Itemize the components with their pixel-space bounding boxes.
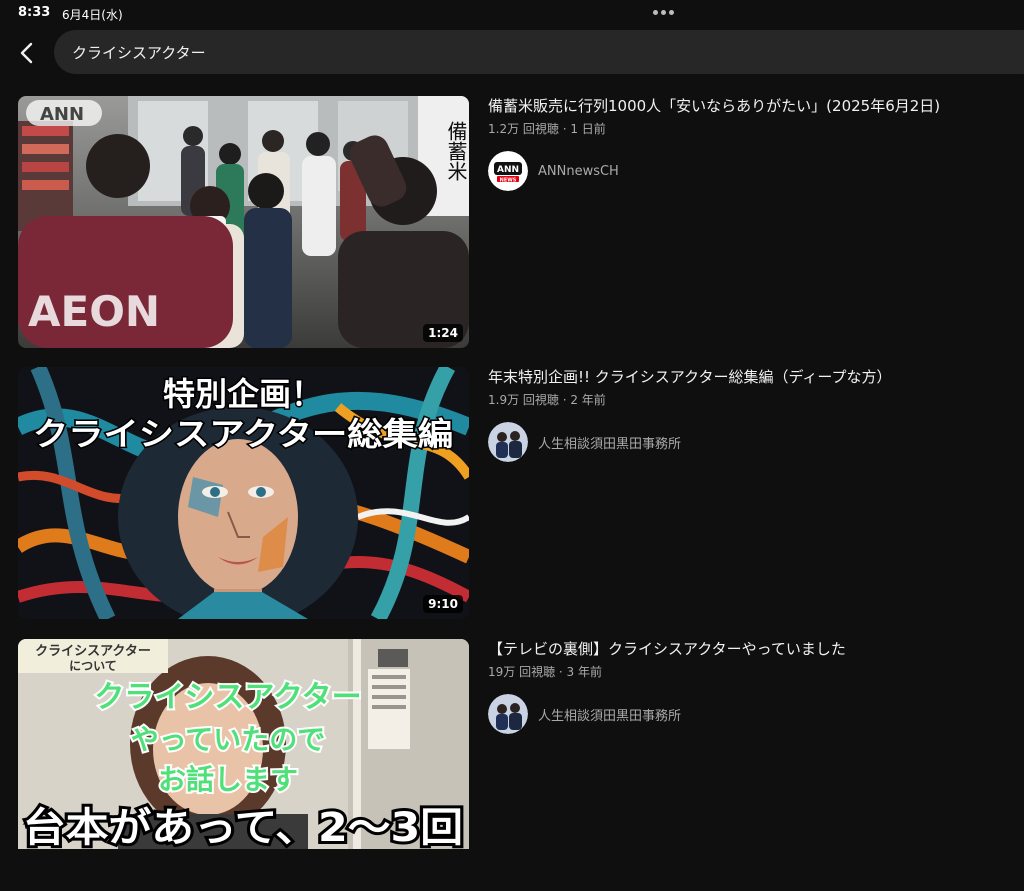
video-result[interactable]: 特別企画！ クライシスアクター総集編 9:10 年末特別企画!! クライシスアク… — [18, 367, 1018, 619]
video-duration: 1:24 — [423, 324, 463, 342]
video-views: 19万 回視聴 · 3 年前 — [488, 665, 602, 679]
thumbnail-text-line2: やっていたので — [131, 723, 326, 756]
channel-avatar — [488, 694, 528, 734]
search-input[interactable]: クライシスアクター — [54, 30, 1024, 74]
video-thumbnail[interactable]: クライシスアクター について クライシスアクター やっていたので お話します 台… — [18, 639, 469, 849]
ann-logo-tag: ANN — [40, 104, 84, 125]
search-bar: クライシスアクター — [0, 28, 1024, 76]
thumbnail-title-line1: 特別企画！ — [163, 375, 323, 413]
channel-name: 人生相談須田黒田事務所 — [538, 436, 682, 452]
thumbnail-text-line4: 台本があって、2〜3回 — [23, 805, 463, 849]
sign-text: 備蓄米 — [444, 121, 468, 181]
thumbnail-label-line1: クライシスアクター — [35, 644, 151, 659]
video-title[interactable]: 備蓄米販売に行列1000人「安いならありがたい」(2025年6月2日) — [488, 96, 1018, 116]
woman-talking-thumbnail: クライシスアクター について クライシスアクター やっていたので お話します 台… — [18, 639, 469, 849]
chevron-left-icon — [20, 42, 33, 64]
status-time: 8:33 — [18, 5, 51, 20]
status-date: 6月4日(水) — [62, 8, 123, 22]
channel-name: ANNnewsCH — [538, 163, 619, 179]
video-views: 1.9万 回視聴 · 2 年前 — [488, 393, 606, 407]
video-title[interactable]: 【テレビの裏側】クライシスアクターやっていました — [488, 639, 1018, 659]
painted-face-thumbnail: 特別企画！ クライシスアクター総集編 — [18, 367, 469, 619]
video-result[interactable]: クライシスアクター について クライシスアクター やっていたので お話します 台… — [18, 639, 1018, 891]
video-thumbnail[interactable]: 特別企画！ クライシスアクター総集編 9:10 — [18, 367, 469, 619]
video-views: 1.2万 回視聴 · 1 日前 — [488, 122, 606, 136]
thumbnail-text-line1: クライシスアクター — [94, 680, 361, 715]
news-badge-text: NEWS — [500, 177, 517, 183]
video-result[interactable]: 備蓄米 AEON ANN 1:24 備蓄米販売に行列1000人「安いならありがた… — [18, 96, 1018, 348]
channel-link[interactable]: ANN NEWS ANNnewsCH — [488, 151, 1018, 191]
video-title[interactable]: 年末特別企画!! クライシスアクター総集編（ディープな方） — [488, 367, 1018, 387]
channel-name: 人生相談須田黒田事務所 — [538, 708, 682, 724]
news-store-crowd-thumbnail: 備蓄米 AEON ANN — [18, 96, 469, 348]
video-meta: 【テレビの裏側】クライシスアクターやっていました 19万 回視聴 · 3 年前 … — [488, 639, 1018, 734]
thumbnail-text-line3: お話します — [158, 763, 298, 796]
multitasking-dots-icon[interactable] — [653, 10, 674, 15]
video-meta: 年末特別企画!! クライシスアクター総集編（ディープな方） 1.9万 回視聴 ·… — [488, 367, 1018, 462]
ann-badge-text: ANN — [497, 165, 519, 175]
search-query: クライシスアクター — [72, 43, 206, 62]
thumbnail-label-line2: について — [69, 659, 117, 673]
channel-avatar — [488, 422, 528, 462]
back-button[interactable] — [10, 36, 44, 70]
status-bar: 8:33 6月4日(水) — [0, 0, 1024, 28]
channel-link[interactable]: 人生相談須田黒田事務所 — [488, 422, 1018, 462]
video-thumbnail[interactable]: 備蓄米 AEON ANN 1:24 — [18, 96, 469, 348]
thumbnail-title-line2: クライシスアクター総集編 — [33, 415, 453, 453]
video-meta: 備蓄米販売に行列1000人「安いならありがたい」(2025年6月2日) 1.2万… — [488, 96, 1018, 191]
aeon-logo-text: AEON — [28, 287, 160, 336]
ann-news-avatar: ANN NEWS — [488, 151, 528, 191]
video-duration: 9:10 — [423, 595, 463, 613]
channel-link[interactable]: 人生相談須田黒田事務所 — [488, 694, 1018, 734]
